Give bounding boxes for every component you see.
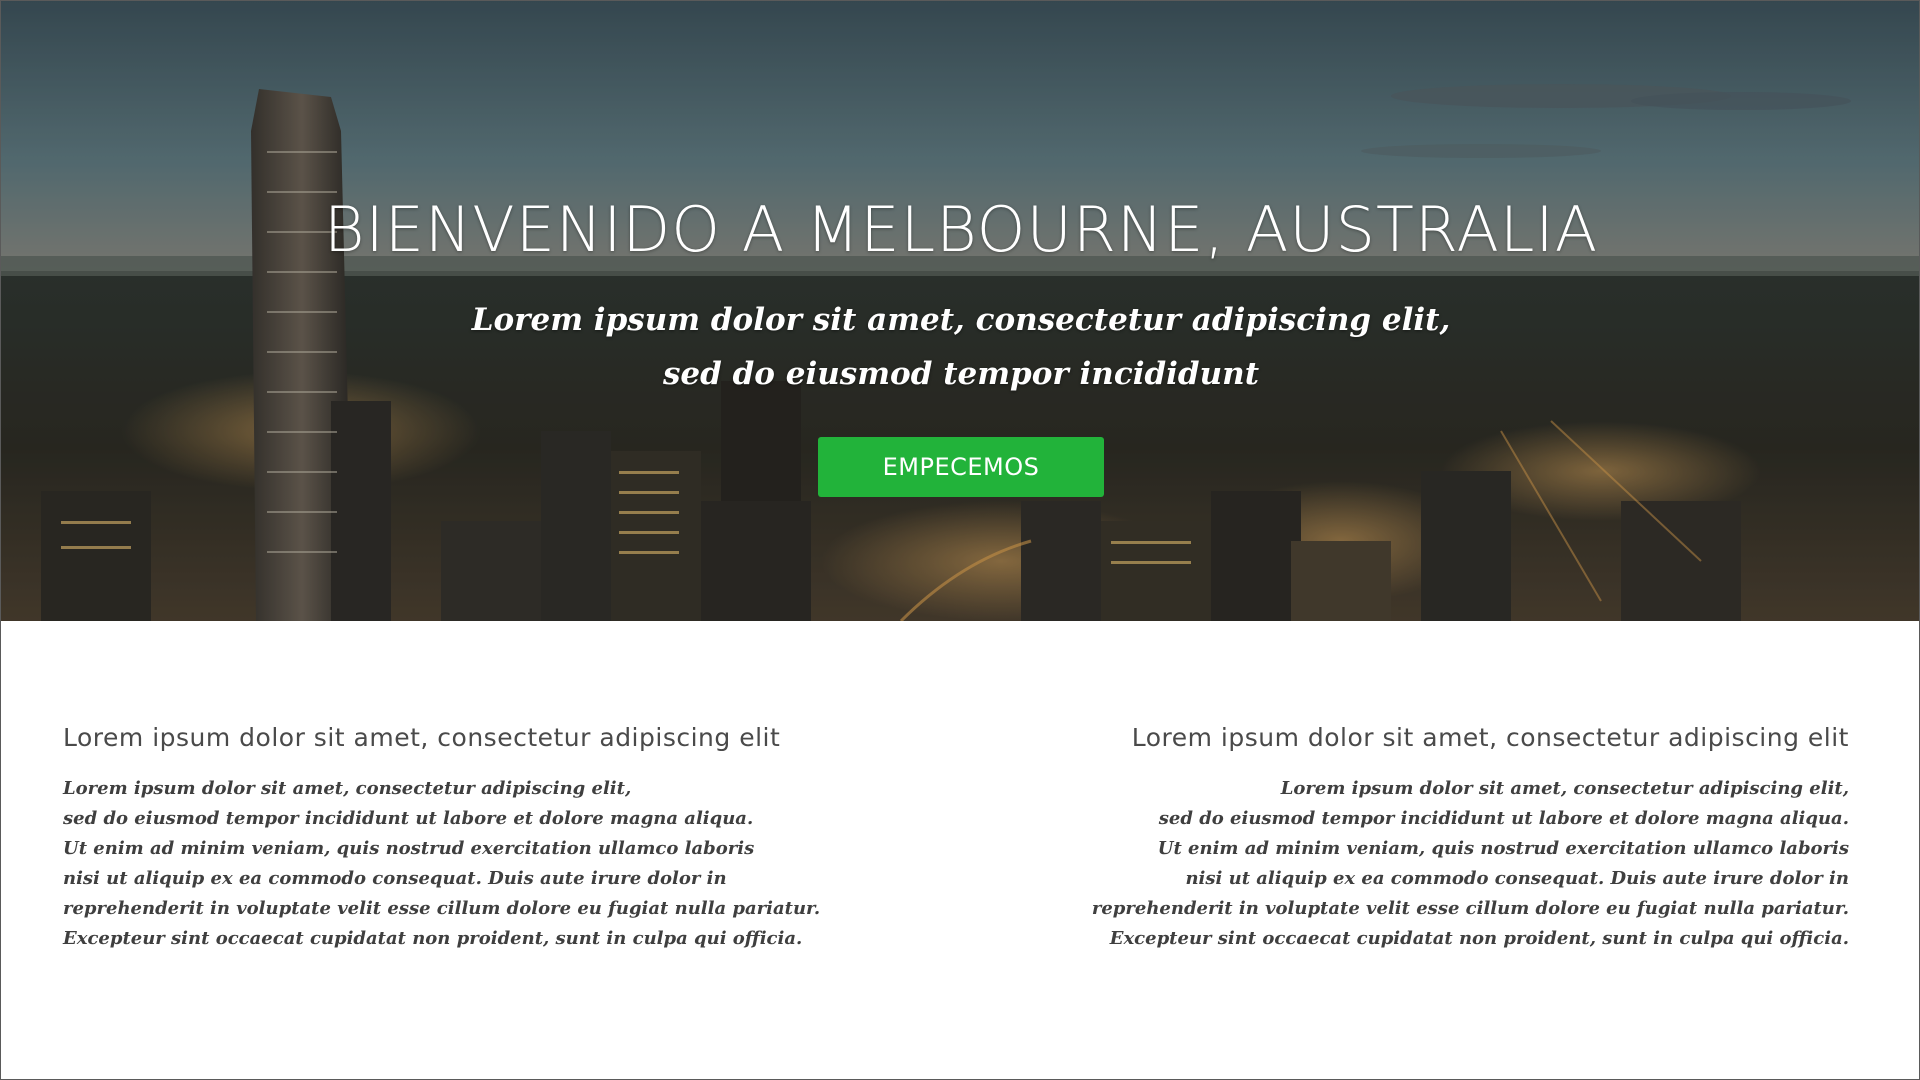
paragraph-line: Excepteur sint occaecat cupidatat non pr… — [1109, 928, 1849, 949]
section-heading: Lorem ipsum dolor sit amet, consectetur … — [63, 723, 781, 752]
hero-subtitle-line: sed do eiusmod tempor incididunt — [662, 356, 1260, 392]
paragraph-line: Lorem ipsum dolor sit amet, consectetur … — [63, 778, 632, 799]
paragraph-line: Excepteur sint occaecat cupidatat non pr… — [63, 928, 803, 949]
hero-subtitle: Lorem ipsum dolor sit amet, consectetur … — [1, 293, 1919, 401]
paragraph-line: sed do eiusmod tempor incididunt ut labo… — [63, 808, 754, 829]
paragraph-line: reprehenderit in voluptate velit esse ci… — [63, 898, 821, 919]
section-paragraph: Lorem ipsum dolor sit amet, consectetur … — [63, 774, 863, 954]
paragraph-line: Lorem ipsum dolor sit amet, consectetur … — [1280, 778, 1849, 799]
hero-subtitle-line: Lorem ipsum dolor sit amet, consectetur … — [471, 302, 1451, 338]
paragraph-line: Ut enim ad minim veniam, quis nostrud ex… — [1157, 838, 1849, 859]
paragraph-line: nisi ut aliquip ex ea commodo consequat.… — [1185, 868, 1849, 889]
paragraph-line: Ut enim ad minim veniam, quis nostrud ex… — [63, 838, 755, 859]
content-column-left: Lorem ipsum dolor sit amet, consectetur … — [63, 723, 863, 954]
paragraph-line: nisi ut aliquip ex ea commodo consequat.… — [63, 868, 727, 889]
content-column-right: Lorem ipsum dolor sit amet, consectetur … — [989, 723, 1849, 954]
section-heading: Lorem ipsum dolor sit amet, consectetur … — [1131, 723, 1849, 752]
hero-banner: BIENVENIDO A MELBOURNE, AUSTRALIA Lorem … — [1, 1, 1919, 621]
paragraph-line: sed do eiusmod tempor incididunt ut labo… — [1158, 808, 1849, 829]
get-started-button[interactable]: EMPECEMOS — [818, 437, 1104, 497]
section-paragraph: Lorem ipsum dolor sit amet, consectetur … — [989, 774, 1849, 954]
paragraph-line: reprehenderit in voluptate velit esse ci… — [1091, 898, 1849, 919]
hero-title: BIENVENIDO A MELBOURNE, AUSTRALIA — [323, 193, 1599, 266]
landing-page: BIENVENIDO A MELBOURNE, AUSTRALIA Lorem … — [0, 0, 1920, 1080]
